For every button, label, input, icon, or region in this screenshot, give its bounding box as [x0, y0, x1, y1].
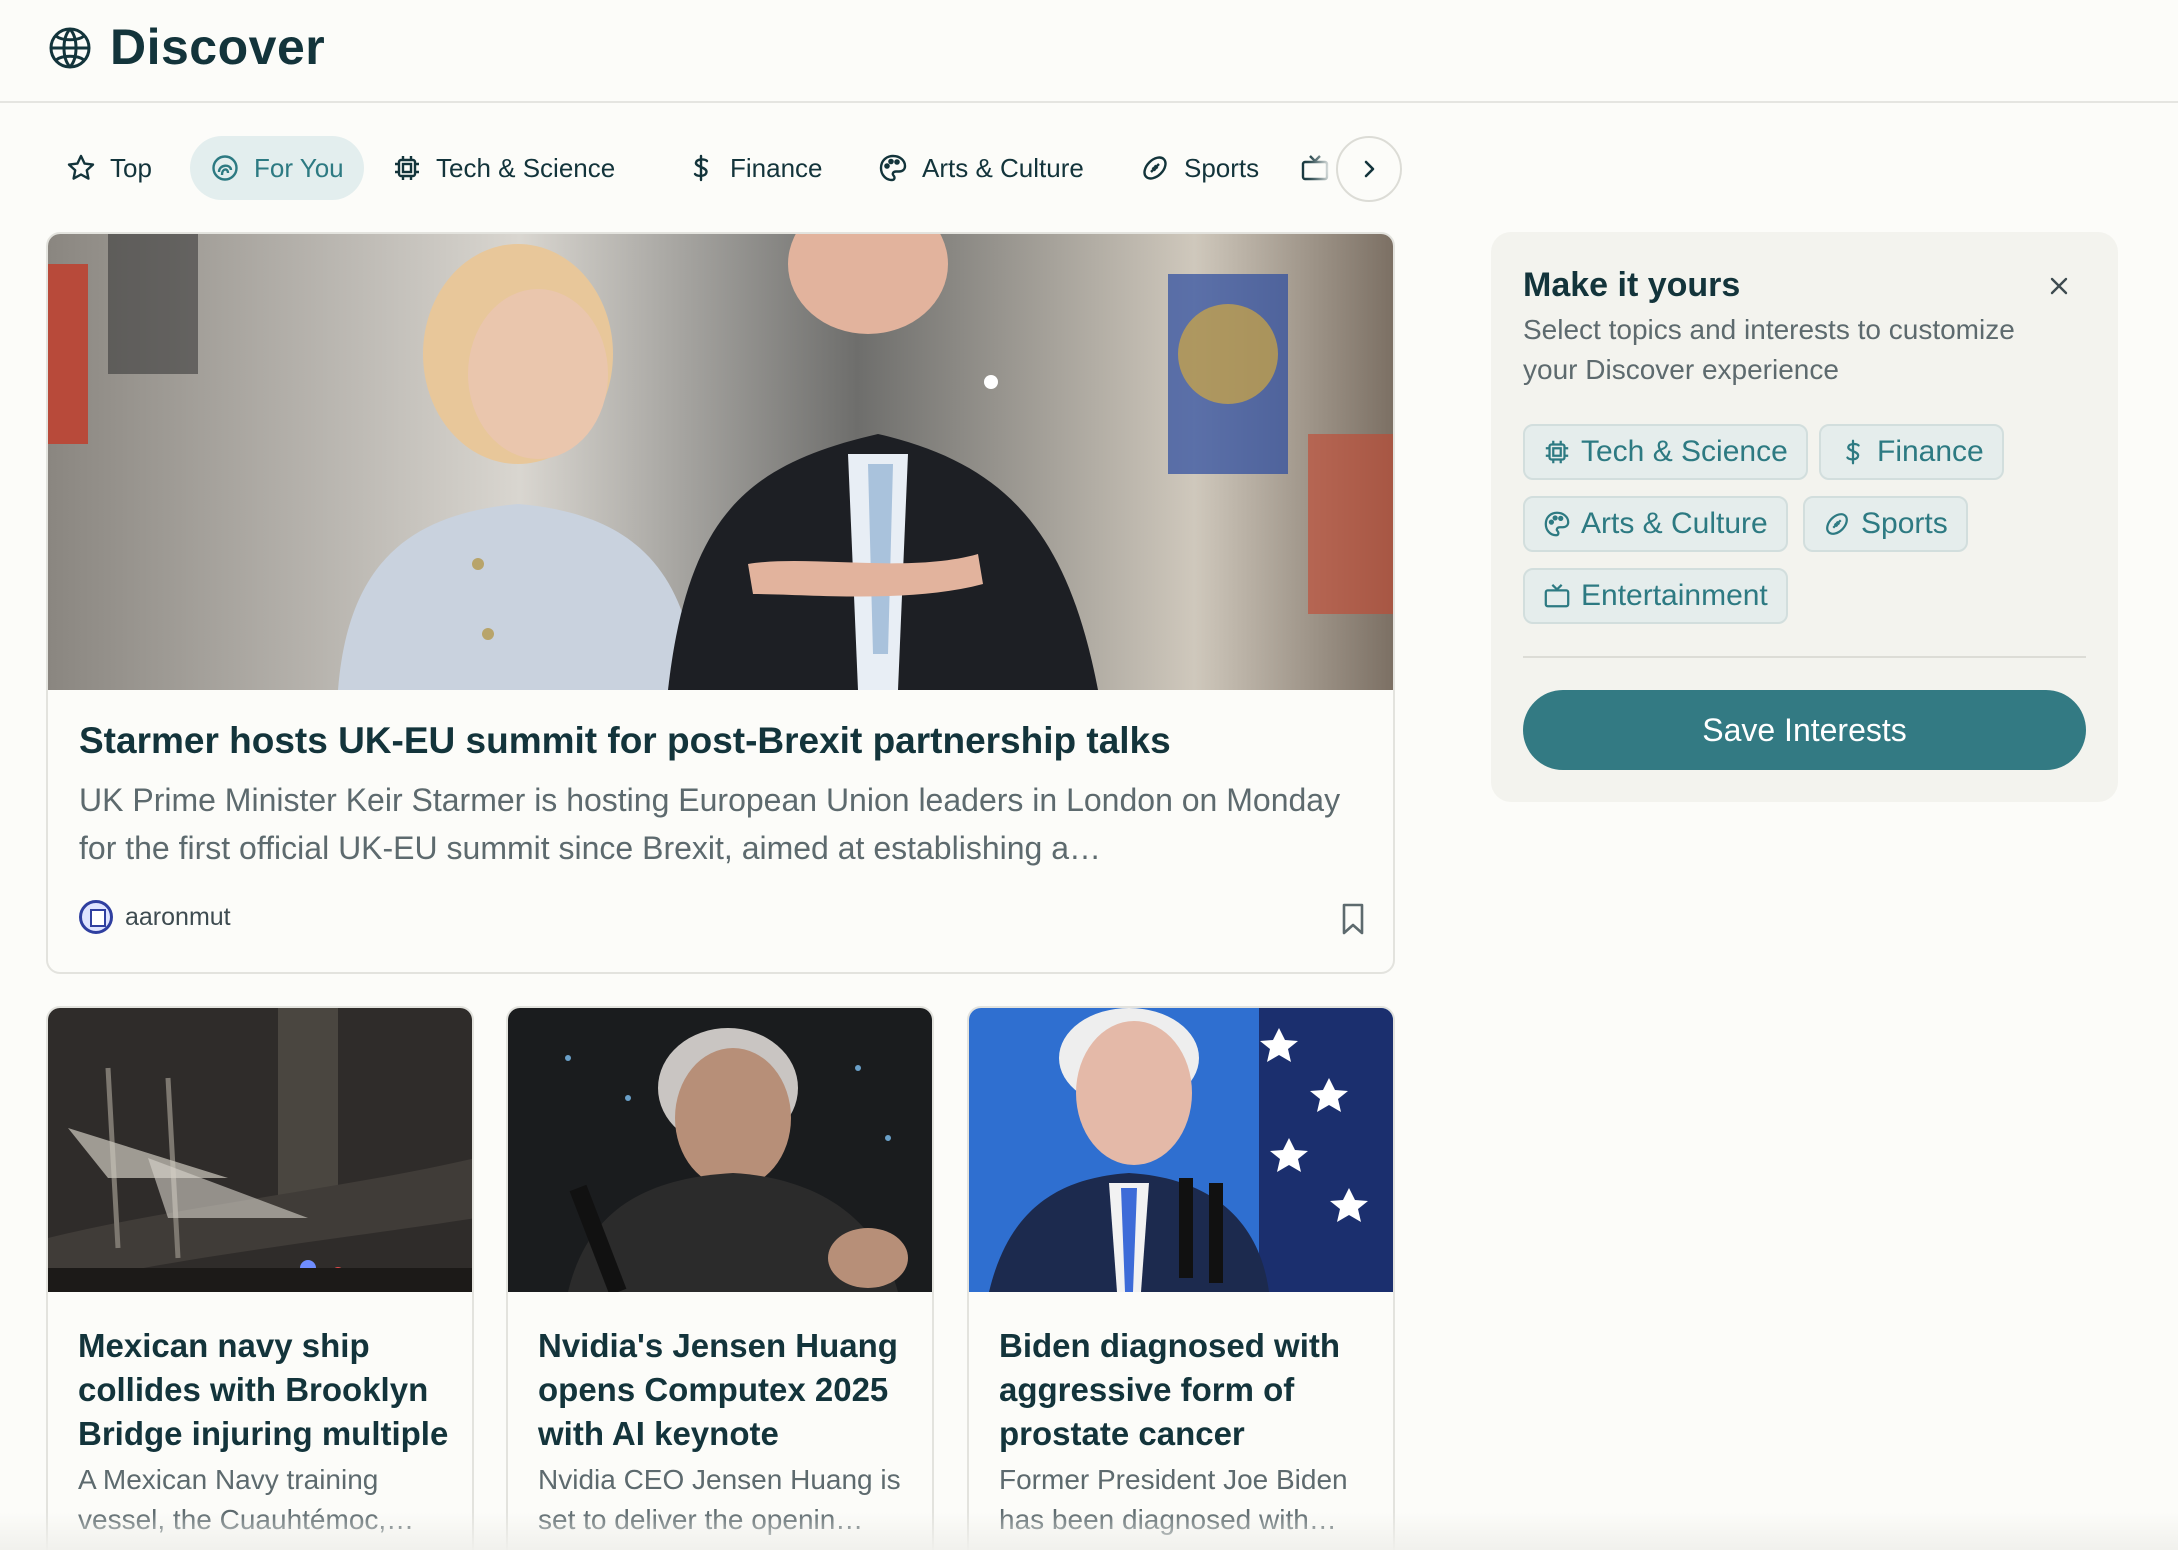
tab-label: Tech & Science — [436, 152, 616, 183]
hero-article-image — [48, 234, 1393, 690]
tab-label: For You — [254, 152, 344, 183]
cpu-icon — [395, 156, 419, 180]
category-tabs: Top For You Tech & Science Finance Arts … — [46, 136, 1404, 200]
cpu-icon — [1545, 440, 1569, 464]
tv-icon — [1544, 584, 1570, 608]
header: Discover — [0, 0, 2178, 103]
hero-article-description: UK Prime Minister Keir Starmer is hostin… — [79, 782, 1341, 866]
football-icon — [1826, 513, 1848, 535]
article-card[interactable]: Nvidia's Jensen Huang opens Computex 202… — [506, 1006, 934, 1550]
article-title[interactable]: Nvidia's Jensen Huang opens Computex 202… — [538, 1324, 918, 1456]
author[interactable]: aaronmut — [79, 900, 231, 934]
for-you-icon — [212, 155, 238, 181]
chip-arts-culture[interactable]: Arts & Culture — [1523, 496, 1788, 552]
close-icon[interactable] — [2047, 274, 2071, 298]
star-icon — [67, 154, 95, 180]
chip-sports[interactable]: Sports — [1803, 496, 1968, 552]
chip-label: Finance — [1877, 435, 1984, 468]
dollar-icon — [1846, 439, 1860, 465]
tab-for-you[interactable]: For You — [190, 136, 364, 200]
author-name: aaronmut — [125, 902, 231, 931]
chip-label: Tech & Science — [1581, 435, 1788, 468]
article-image — [508, 1008, 932, 1292]
hero-article-title[interactable]: Starmer hosts UK-EU summit for post-Brex… — [79, 720, 1369, 762]
tv-icon — [1301, 155, 1329, 181]
article-card[interactable]: Mexican navy ship collides with Brooklyn… — [46, 1006, 474, 1550]
globe-icon — [49, 27, 91, 69]
palette-icon — [1544, 511, 1570, 537]
tab-label: Sports — [1184, 152, 1260, 183]
tab-tech-science[interactable]: Tech & Science — [372, 136, 635, 200]
hero-article-card[interactable]: Starmer hosts UK-EU summit for post-Brex… — [46, 232, 1395, 974]
tab-label: Finance — [730, 152, 823, 183]
dollar-icon — [693, 154, 709, 182]
palette-icon — [879, 154, 907, 182]
bottom-fade — [0, 1512, 2178, 1550]
football-icon — [1143, 156, 1167, 180]
avatar — [79, 900, 113, 934]
chip-finance[interactable]: Finance — [1819, 424, 2004, 480]
article-title[interactable]: Biden diagnosed with aggressive form of … — [999, 1324, 1379, 1456]
divider — [1523, 656, 2086, 658]
tab-sports[interactable]: Sports — [1120, 136, 1279, 200]
bookmark-icon[interactable] — [1338, 902, 1368, 936]
tab-arts-culture[interactable]: Arts & Culture — [858, 136, 1104, 200]
chip-label: Sports — [1861, 507, 1948, 540]
tab-finance[interactable]: Finance — [666, 136, 843, 200]
tab-top[interactable]: Top — [46, 136, 172, 200]
panel-title: Make it yours — [1523, 266, 1741, 304]
tab-label: Arts & Culture — [922, 152, 1084, 183]
tab-label: Top — [110, 152, 152, 183]
tabs-scroll-right-button[interactable] — [1336, 136, 1402, 202]
article-card[interactable]: Biden diagnosed with aggressive form of … — [967, 1006, 1395, 1550]
chip-label: Entertainment — [1581, 579, 1768, 612]
panel-description: Select topics and interests to customize… — [1523, 314, 2015, 385]
article-image — [48, 1008, 472, 1292]
chip-tech-science[interactable]: Tech & Science — [1523, 424, 1808, 480]
save-interests-button[interactable]: Save Interests — [1523, 690, 2086, 770]
make-it-yours-panel: Make it yours Select topics and interest… — [1491, 232, 2118, 802]
article-title[interactable]: Mexican navy ship collides with Brooklyn… — [78, 1324, 458, 1456]
chevron-right-icon — [1364, 160, 1375, 178]
article-image — [969, 1008, 1393, 1292]
chip-label: Arts & Culture — [1581, 507, 1768, 540]
chip-entertainment[interactable]: Entertainment — [1523, 568, 1788, 624]
page-title: Discover — [110, 19, 326, 75]
